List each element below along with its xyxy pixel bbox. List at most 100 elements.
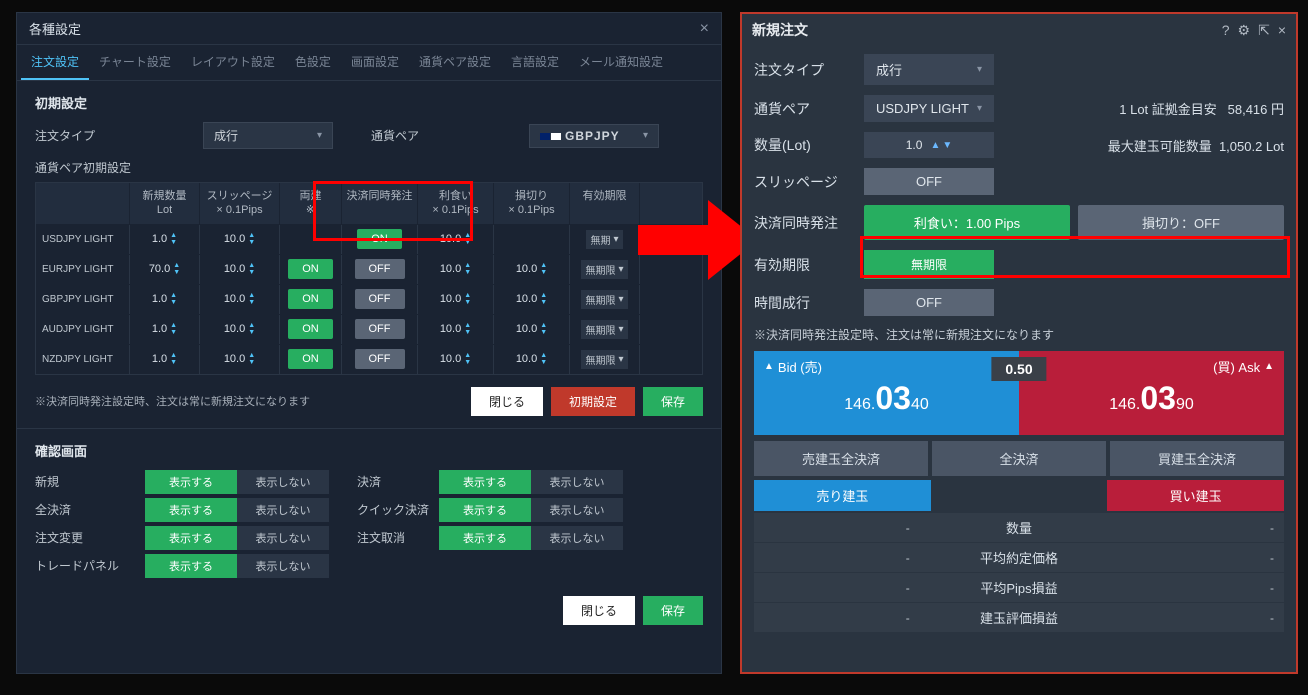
settle-toggle[interactable]: OFF (342, 315, 418, 344)
tp-sl-group: 利食い：1.00 Pips 損切り：OFF (864, 205, 1284, 240)
hide-button[interactable]: 表示しない (531, 526, 623, 550)
ask-button[interactable]: (買) Ask▲ 146.0390 (1019, 351, 1284, 435)
close-icon[interactable]: × (1278, 22, 1286, 39)
close-icon[interactable]: × (700, 20, 709, 38)
tab-lang[interactable]: 言語設定 (501, 45, 569, 80)
hide-button[interactable]: 表示しない (237, 554, 329, 578)
pos-buy-tab[interactable]: 買い建玉 (1107, 480, 1284, 511)
close-button-2[interactable]: 閉じる (563, 596, 635, 625)
tab-layout[interactable]: レイアウト設定 (181, 45, 285, 80)
info-row: -数量- (754, 513, 1284, 542)
info-right: - (1128, 521, 1274, 535)
table-row: NZDJPY LIGHT1.0▲▼10.0▲▼ONOFF10.0▲▼10.0▲▼… (36, 344, 702, 374)
tab-chart[interactable]: チャート設定 (89, 45, 181, 80)
slip-stepper[interactable]: 10.0▲▼ (200, 255, 280, 284)
confirm-label: 注文変更 (35, 529, 145, 546)
slip-stepper[interactable]: 10.0▲▼ (200, 315, 280, 344)
reset-button[interactable]: 初期設定 (551, 387, 635, 416)
tp-button[interactable]: 利食い：1.00 Pips (864, 205, 1070, 240)
sl-stepper[interactable]: 10.0▲▼ (494, 255, 570, 284)
pair-select[interactable]: GBPJPY ▾ (529, 124, 659, 148)
exp-select[interactable]: 無期 ▾ (570, 225, 640, 254)
sl-stepper[interactable]: 10.0▲▼ (494, 315, 570, 344)
sl-stepper[interactable] (494, 225, 570, 254)
bid-button[interactable]: ▲Bid (売) 146.0340 (754, 351, 1019, 435)
show-button[interactable]: 表示する (145, 498, 237, 522)
hide-button[interactable]: 表示しない (237, 526, 329, 550)
hide-button[interactable]: 表示しない (531, 470, 623, 494)
lot-stepper[interactable]: 1.0▲▼ (130, 345, 200, 374)
settle-toggle[interactable]: ON (342, 225, 418, 254)
pos-sell-tab[interactable]: 売り建玉 (754, 480, 931, 511)
exp-button[interactable]: 無期限 (864, 250, 994, 279)
order-type-select[interactable]: 成行 ▾ (203, 122, 333, 149)
help-icon[interactable]: ? (1222, 22, 1230, 39)
order-title: 新規注文 (752, 20, 808, 40)
down-icon[interactable]: ▼ (942, 140, 952, 151)
sl-button[interactable]: 損切り：OFF (1078, 205, 1284, 240)
tab-color[interactable]: 色設定 (285, 45, 341, 80)
gear-icon[interactable]: ⚙ (1238, 22, 1251, 39)
slip-toggle[interactable]: OFF (864, 168, 994, 195)
time-toggle[interactable]: OFF (864, 289, 994, 316)
both-toggle[interactable]: ON (280, 345, 342, 374)
settings-tabs: 注文設定 チャート設定 レイアウト設定 色設定 画面設定 通貨ペア設定 言語設定… (17, 45, 721, 81)
settle-sell-button[interactable]: 売建玉全決済 (754, 441, 928, 476)
exp-select[interactable]: 無期限 ▾ (570, 315, 640, 344)
exp-select[interactable]: 無期限 ▾ (570, 255, 640, 284)
th-tp: 利食い× 0.1Pips (418, 183, 494, 224)
close-button[interactable]: 閉じる (471, 387, 543, 416)
exp-select[interactable]: 無期限 ▾ (570, 285, 640, 314)
tp-stepper[interactable]: 10.0▲▼ (418, 225, 494, 254)
show-button[interactable]: 表示する (145, 554, 237, 578)
both-toggle[interactable]: ON (280, 285, 342, 314)
both-toggle[interactable]: ON (280, 255, 342, 284)
slip-stepper[interactable]: 10.0▲▼ (200, 285, 280, 314)
sl-stepper[interactable]: 10.0▲▼ (494, 285, 570, 314)
tab-screen[interactable]: 画面設定 (341, 45, 409, 80)
settle-toggle[interactable]: OFF (342, 345, 418, 374)
hide-button[interactable]: 表示しない (531, 498, 623, 522)
slip-stepper[interactable]: 10.0▲▼ (200, 225, 280, 254)
order-type-select[interactable]: 成行 ▾ (864, 54, 994, 85)
tab-mail[interactable]: メール通知設定 (569, 45, 673, 80)
show-button[interactable]: 表示する (145, 470, 237, 494)
up-icon[interactable]: ▲ (930, 140, 940, 151)
lot-stepper[interactable]: 1.0▲▼ (130, 225, 200, 254)
info-row: -平均約定価格- (754, 543, 1284, 572)
show-button[interactable]: 表示する (439, 470, 531, 494)
tp-stepper[interactable]: 10.0▲▼ (418, 285, 494, 314)
lot-stepper[interactable]: 1.0▲▼ (130, 315, 200, 344)
confirm-label: 注文取消 (329, 529, 439, 546)
slip-stepper[interactable]: 10.0▲▼ (200, 345, 280, 374)
hide-button[interactable]: 表示しない (237, 498, 329, 522)
tp-stepper[interactable]: 10.0▲▼ (418, 345, 494, 374)
exp-select[interactable]: 無期限 ▾ (570, 345, 640, 374)
tab-order[interactable]: 注文設定 (21, 45, 89, 80)
show-button[interactable]: 表示する (145, 526, 237, 550)
initial-settings-section: 初期設定 注文タイプ 成行 ▾ 通貨ペア GBPJPY ▾ 通貨ペア初期設定 新… (17, 81, 721, 428)
tp-stepper[interactable]: 10.0▲▼ (418, 255, 494, 284)
settle-all-button[interactable]: 全決済 (932, 441, 1106, 476)
settle-buy-button[interactable]: 買建玉全決済 (1110, 441, 1284, 476)
sl-stepper[interactable]: 10.0▲▼ (494, 345, 570, 374)
tp-stepper[interactable]: 10.0▲▼ (418, 315, 494, 344)
settle-toggle[interactable]: OFF (342, 285, 418, 314)
both-toggle[interactable]: ON (280, 315, 342, 344)
qty-stepper[interactable]: 1.0 ▲▼ (864, 132, 994, 158)
pair-select[interactable]: USDJPY LIGHT ▾ (864, 95, 994, 122)
settle-toggle[interactable]: OFF (342, 255, 418, 284)
info-label: 建玉評価損益 (910, 608, 1129, 627)
hide-button[interactable]: 表示しない (237, 470, 329, 494)
popout-icon[interactable]: ⇱ (1258, 22, 1270, 39)
show-button[interactable]: 表示する (439, 526, 531, 550)
tab-pair[interactable]: 通貨ペア設定 (409, 45, 501, 80)
show-button[interactable]: 表示する (439, 498, 531, 522)
save-button-2[interactable]: 保存 (643, 596, 703, 625)
pair-label: 通貨ペア (754, 99, 854, 119)
lot-stepper[interactable]: 1.0▲▼ (130, 285, 200, 314)
both-toggle[interactable] (280, 225, 342, 254)
save-button[interactable]: 保存 (643, 387, 703, 416)
pair-value: USDJPY LIGHT (876, 101, 969, 116)
lot-stepper[interactable]: 70.0▲▼ (130, 255, 200, 284)
